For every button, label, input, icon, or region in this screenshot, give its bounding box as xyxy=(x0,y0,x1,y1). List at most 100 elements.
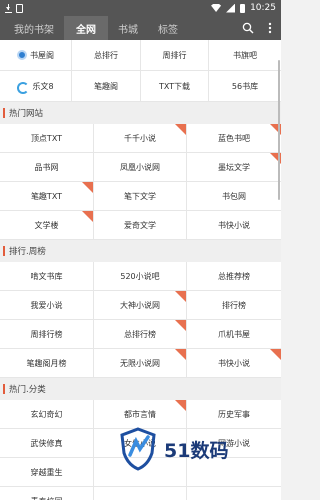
quick-site-item[interactable]: 56书库 xyxy=(209,71,281,102)
tab-tags[interactable]: 标签 xyxy=(148,16,188,40)
grid-item-label: 笔趣TXT xyxy=(30,191,63,201)
grid-item[interactable]: 穿越重生 xyxy=(0,458,94,487)
weekly-rank-grid: 啃文书库 520小说吧 总推荐榜我爱小说 大神小说网 排行榜周排行榜 总排行榜 爪机书屋笔趣… xyxy=(0,262,281,378)
status-left xyxy=(5,3,211,13)
quick-site-item[interactable]: 周排行 xyxy=(141,40,209,71)
download-icon xyxy=(5,3,12,13)
grid-item-label: 武侠修真 xyxy=(30,438,63,448)
grid-item[interactable]: 总排行榜 xyxy=(94,320,187,349)
tab-bookstore[interactable]: 书城 xyxy=(108,16,148,40)
quick-site-item[interactable]: TXT下载 xyxy=(141,71,209,102)
quick-site-item[interactable]: 书旗吧 xyxy=(209,40,281,71)
watermark-text: 51数码 xyxy=(164,439,229,462)
grid-item-label: 笔下文学 xyxy=(124,191,156,201)
grid-item-label: 爪机书屋 xyxy=(218,329,250,339)
grid-item-label: 千千小说 xyxy=(124,133,156,143)
grid-item[interactable]: 周排行榜 xyxy=(0,320,94,349)
hot-corner-badge-icon xyxy=(175,400,186,411)
section-title-hot-categories: 热门.分类 xyxy=(0,378,281,400)
sd-card-icon xyxy=(16,3,23,13)
grid-item[interactable]: 书包网 xyxy=(187,182,281,211)
section-marker xyxy=(3,246,5,256)
hot-corner-badge-icon xyxy=(175,124,186,135)
grid-item[interactable]: 墨坛文学 xyxy=(187,153,281,182)
grid-item[interactable]: 笔下文学 xyxy=(94,182,187,211)
more-menu-icon[interactable] xyxy=(259,16,281,40)
blue-circle-logo-icon xyxy=(17,50,27,60)
grid-item-label: 周排行榜 xyxy=(30,329,63,339)
hot-corner-badge-icon xyxy=(175,291,186,302)
hot-corner-badge-icon xyxy=(175,320,186,331)
hot-sites-grid: 顶点TXT 千千小说 蓝色书吧品书网 凤凰小说网 墨坛文学笔趣TXT 笔下文学 书包网文学楼… xyxy=(0,124,281,240)
status-bar: 10:25 xyxy=(0,0,281,16)
grid-item-label: 书快小说 xyxy=(218,358,250,368)
grid-item[interactable]: 文学楼 xyxy=(0,211,94,240)
watermark: 51数码 xyxy=(118,424,273,474)
quick-site-grid: 书屋阁 总排行 周排行 书旗吧 乐文8 笔趣阁 TXT下载 56书库 xyxy=(0,40,281,102)
grid-item-label: 穿越重生 xyxy=(30,467,63,477)
grid-item-label: 玄幻奇幻 xyxy=(30,409,63,419)
grid-item-label: 青春校园 xyxy=(31,496,63,500)
grid-item[interactable]: 青春校园 xyxy=(0,487,94,500)
grid-item-label: 书快小说 xyxy=(218,220,250,230)
hot-corner-badge-icon xyxy=(175,349,186,360)
grid-item-label: 历史军事 xyxy=(218,409,250,419)
grid-item[interactable]: 凤凰小说网 xyxy=(94,153,187,182)
tab-bookshelf[interactable]: 我的书架 xyxy=(4,16,64,40)
section-marker xyxy=(3,384,5,394)
grid-item-label: 爱奇文学 xyxy=(124,220,156,230)
grid-item-label: 顶点TXT xyxy=(30,133,63,143)
section-title-hot-sites: 热门网站 xyxy=(0,102,281,124)
grid-item-label: 总排行榜 xyxy=(124,329,156,339)
hot-corner-badge-icon xyxy=(82,211,93,222)
status-time: 10:25 xyxy=(250,3,276,13)
grid-item[interactable]: 书快小说 xyxy=(187,211,281,240)
grid-item-label: 我爱小说 xyxy=(30,300,63,310)
quick-site-item[interactable]: 乐文8 xyxy=(0,71,72,102)
grid-item-label: 总推荐榜 xyxy=(218,271,250,281)
grid-item-label: 凤凰小说网 xyxy=(120,162,160,172)
search-icon[interactable] xyxy=(237,16,259,40)
grid-item-label: 无限小说网 xyxy=(120,358,160,368)
quick-site-item[interactable]: 总排行 xyxy=(72,40,141,71)
grid-item-label: 书包网 xyxy=(222,191,246,201)
grid-item[interactable]: 520小说吧 xyxy=(94,262,187,291)
tab-all-web[interactable]: 全网 xyxy=(64,16,108,40)
grid-item[interactable]: 千千小说 xyxy=(94,124,187,153)
hot-corner-badge-icon xyxy=(270,349,281,360)
grid-item[interactable]: 顶点TXT xyxy=(0,124,94,153)
grid-item-label: 大神小说网 xyxy=(120,300,160,310)
grid-item[interactable]: 爪机书屋 xyxy=(187,320,281,349)
grid-item[interactable]: 无限小说网 xyxy=(94,349,187,378)
grid-item-label: 品书网 xyxy=(34,162,59,172)
c-logo-icon xyxy=(17,81,30,94)
grid-item[interactable]: 书快小说 xyxy=(187,349,281,378)
signal-icon xyxy=(226,3,236,13)
wifi-icon xyxy=(211,4,222,12)
grid-item-label: 520小说吧 xyxy=(120,271,160,281)
grid-item[interactable]: 总推荐榜 xyxy=(187,262,281,291)
grid-item[interactable]: 品书网 xyxy=(0,153,94,182)
status-right: 10:25 xyxy=(211,3,276,13)
grid-item-label: 啃文书库 xyxy=(30,271,63,281)
grid-item xyxy=(187,487,281,500)
top-nav: 我的书架 全网 书城 标签 xyxy=(0,16,281,40)
grid-item[interactable]: 大神小说网 xyxy=(94,291,187,320)
grid-item[interactable]: 爱奇文学 xyxy=(94,211,187,240)
grid-item-label: 排行榜 xyxy=(222,300,246,310)
grid-item[interactable]: 笔趣阁月榜 xyxy=(0,349,94,378)
grid-item[interactable]: 排行榜 xyxy=(187,291,281,320)
grid-item[interactable]: 武侠修真 xyxy=(0,429,94,458)
grid-item[interactable]: 玄幻奇幻 xyxy=(0,400,94,429)
grid-item-label: 笔趣阁月榜 xyxy=(26,358,67,368)
grid-item[interactable]: 我爱小说 xyxy=(0,291,94,320)
grid-item[interactable]: 笔趣TXT xyxy=(0,182,94,211)
hot-corner-badge-icon xyxy=(82,182,93,193)
quick-site-item[interactable]: 书屋阁 xyxy=(0,40,72,71)
grid-item-label: 都市言情 xyxy=(124,409,156,419)
section-title-weekly-rank: 排行.周榜 xyxy=(0,240,281,262)
scrollbar[interactable] xyxy=(278,60,280,200)
grid-item[interactable]: 蓝色书吧 xyxy=(187,124,281,153)
quick-site-item[interactable]: 笔趣阁 xyxy=(72,71,141,102)
grid-item[interactable]: 啃文书库 xyxy=(0,262,94,291)
